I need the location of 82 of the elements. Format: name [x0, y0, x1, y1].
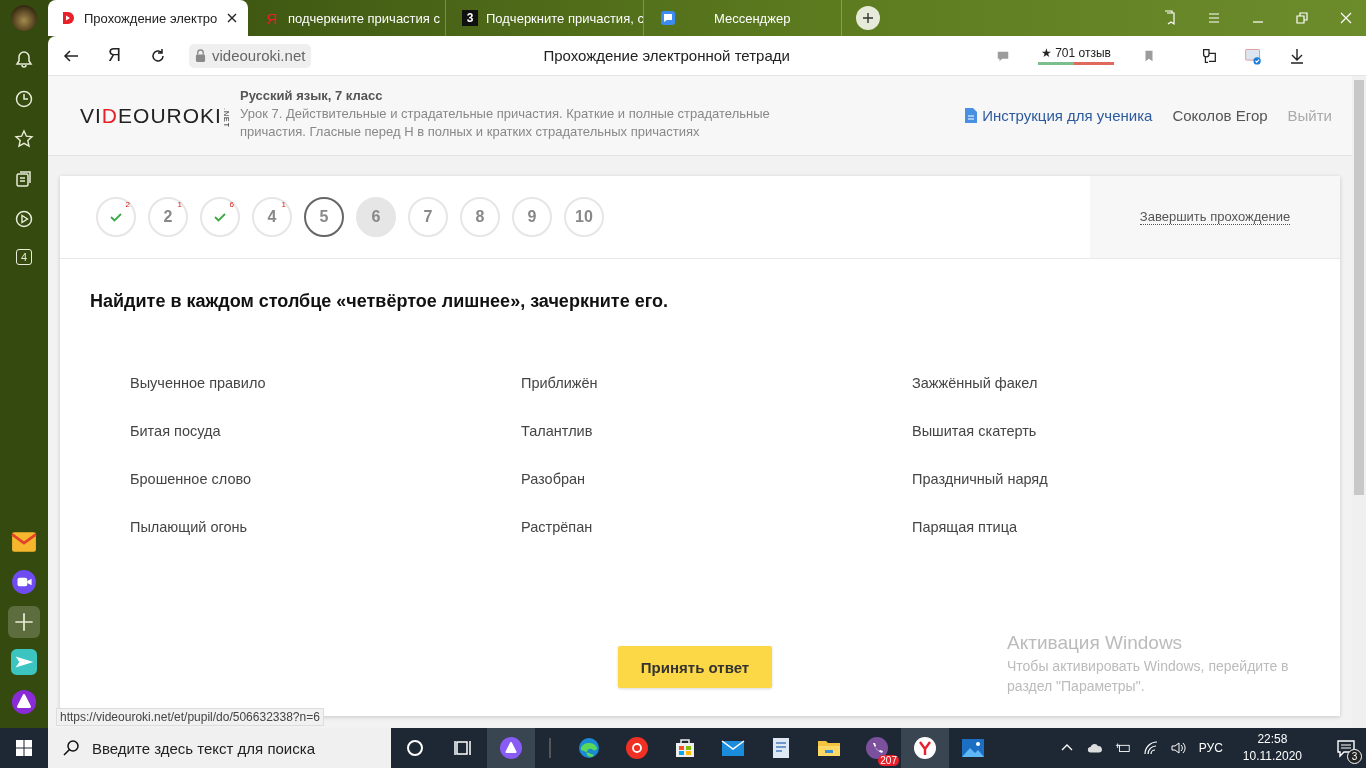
lesson-title: Урок 7. Действительные и страдательные причастия. Краткие и полные страдательные причастия. Гласные перед Н в полных и кратких страдательных причастиях	[240, 104, 771, 141]
page-title: Прохождение электронной тетради	[543, 47, 790, 64]
question-step[interactable]: 10	[564, 197, 604, 237]
bookmarks-icon[interactable]	[1162, 10, 1178, 26]
play-logo-icon	[60, 10, 76, 26]
attempt-count: 2	[125, 200, 130, 209]
chat-bubble-icon	[660, 10, 676, 26]
question-step[interactable]: 8	[460, 197, 500, 237]
notification-count: 3	[1347, 749, 1362, 764]
answer-option[interactable]: Пылающий огонь	[130, 518, 521, 536]
browser-tab[interactable]: Прохождение электро	[48, 0, 248, 36]
play-icon[interactable]	[14, 209, 34, 229]
unread-badge: 207	[878, 755, 899, 766]
new-tab-button[interactable]	[856, 6, 880, 30]
attempt-count: 6	[229, 200, 234, 209]
attempt-count: 1	[177, 200, 182, 209]
star-icon[interactable]	[14, 129, 34, 149]
question-step[interactable]: 2 1	[148, 197, 188, 237]
history-icon[interactable]	[14, 89, 34, 109]
answer-option[interactable]: Вышитая скатерть	[912, 422, 1303, 440]
taskbar-search-field[interactable]: Введите здесь текст для поиска	[48, 728, 391, 768]
notes-icon[interactable]	[14, 169, 34, 189]
answer-option[interactable]: Брошенное слово	[130, 470, 521, 488]
question-step[interactable]: 4 1	[252, 197, 292, 237]
answer-option[interactable]: Разобран	[521, 470, 912, 488]
answer-option[interactable]: Талантлив	[521, 422, 912, 440]
answer-option[interactable]: Выученное правило	[130, 374, 521, 392]
assistant-taskbar-button[interactable]	[487, 728, 535, 768]
status-url: https://videouroki.net/et/pupil/do/506632338?n=6	[56, 708, 324, 726]
attempt-count: 1	[281, 200, 286, 209]
answer-option[interactable]: Праздничный наряд	[912, 470, 1303, 488]
question-step[interactable]: 5	[304, 197, 344, 237]
battery-icon[interactable]	[1114, 741, 1131, 755]
answer-option[interactable]: Парящая птица	[912, 518, 1303, 536]
scrollbar[interactable]	[1352, 76, 1366, 728]
profile-avatar[interactable]	[11, 5, 37, 31]
question-step[interactable]: 6	[200, 197, 240, 237]
question-step[interactable]: 7	[408, 197, 448, 237]
search-icon	[62, 739, 80, 757]
instruction-link[interactable]: Инструкция для ученика	[965, 107, 1153, 124]
user-name-link[interactable]: Соколов Егор	[1172, 107, 1268, 124]
question-step[interactable]: 9	[512, 197, 552, 237]
answer-option[interactable]: Приближён	[521, 374, 912, 392]
browser-logo-icon	[913, 736, 937, 760]
home-button[interactable]: Я	[108, 45, 121, 66]
question-text: Найдите в каждом столбце «четвёртое лишнее», зачеркните его.	[89, 290, 669, 312]
wifi-icon[interactable]	[1142, 741, 1159, 755]
close-icon[interactable]	[226, 12, 238, 24]
clock-time[interactable]: 22:58	[1257, 731, 1288, 748]
address-field[interactable]: videouroki.net	[189, 43, 312, 68]
finish-link[interactable]: Завершить прохождение	[1139, 209, 1291, 225]
submit-button[interactable]: Принять ответ	[618, 646, 772, 688]
counter-badge[interactable]: 4	[16, 249, 32, 265]
restore-icon[interactable]	[1294, 10, 1310, 26]
activation-title: Активация Windows	[1007, 632, 1184, 654]
answer-option[interactable]: Битая посуда	[130, 422, 521, 440]
answer-option[interactable]: Зажжённый факел	[912, 374, 1303, 392]
plus-icon	[862, 12, 874, 24]
volume-icon[interactable]	[1170, 741, 1187, 755]
browser-taskbar-button[interactable]	[901, 728, 949, 768]
activation-text: Чтобы активировать Windows, перейдите в раздел "Параметры".	[1007, 657, 1290, 696]
question-step[interactable]: 2	[96, 197, 136, 237]
add-icon[interactable]	[8, 606, 40, 638]
windows-start-icon[interactable]	[16, 740, 32, 756]
send-icon[interactable]	[8, 646, 40, 678]
lock-icon	[195, 49, 206, 62]
notifications-center-icon[interactable]	[1336, 738, 1356, 758]
answer-option[interactable]: Растрёпан	[521, 518, 912, 536]
reviews-rating[interactable]: ★ 701 отзыв	[1037, 46, 1114, 65]
document-icon	[965, 108, 978, 123]
input-language[interactable]: РУС	[1198, 741, 1223, 755]
assistant-icon	[499, 736, 523, 760]
tab-digit-icon: 3	[462, 10, 478, 26]
check-icon	[214, 212, 226, 222]
extension-icon[interactable]	[1243, 46, 1262, 65]
check-icon	[110, 212, 122, 222]
tab-letter-icon: Я	[264, 9, 280, 27]
cloud-icon[interactable]	[1086, 741, 1103, 755]
reload-icon[interactable]	[149, 46, 167, 65]
clock-date[interactable]: 10.11.2020	[1242, 748, 1302, 765]
notifications-icon[interactable]	[14, 49, 34, 69]
course-title: Русский язык, 7 класс	[240, 86, 384, 105]
